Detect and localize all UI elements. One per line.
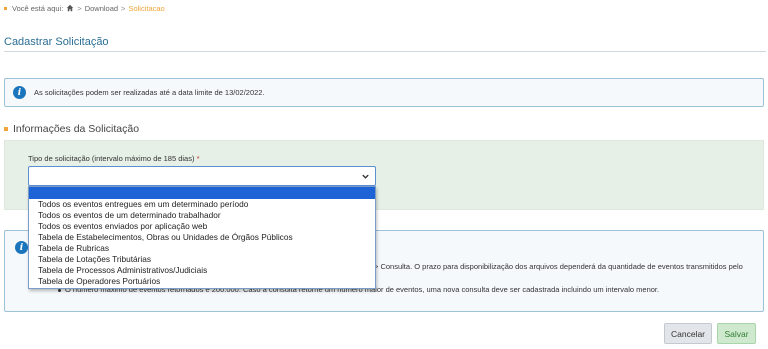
breadcrumb-item-current: Solicitacao (128, 3, 165, 13)
request-type-select[interactable] (28, 166, 376, 186)
notes-line-1: > Consulta. O prazo para disponibilizaçã… (374, 262, 743, 271)
dropdown-option-empty[interactable] (29, 187, 375, 199)
section-title: Informações da Solicitação (4, 123, 139, 135)
breadcrumb: Você está aqui: > Download > Solicitacao (4, 2, 165, 14)
save-button[interactable]: Salvar (717, 323, 756, 344)
info-message: As solicitações podem ser realizadas até… (34, 88, 265, 97)
breadcrumb-prefix: Você está aqui: (12, 3, 64, 13)
request-type-dropdown[interactable]: Todos os eventos entregues em um determi… (28, 186, 376, 289)
dropdown-option[interactable]: Tabela de Estabelecimentos, Obras ou Uni… (29, 232, 375, 243)
title-divider (4, 51, 766, 52)
breadcrumb-separator: > (121, 3, 126, 13)
dropdown-option[interactable]: Todos os eventos entregues em um determi… (29, 199, 375, 210)
info-banner: i As solicitações podem ser realizadas a… (4, 78, 764, 107)
dropdown-option[interactable]: Tabela de Operadores Portuários (29, 276, 375, 287)
page-title: Cadastrar Solicitação (4, 36, 109, 48)
breadcrumb-bullet-icon (4, 6, 7, 10)
section-title-label: Informações da Solicitação (13, 123, 140, 135)
request-type-label-text: Tipo de solicitação (intervalo máximo de… (28, 154, 195, 163)
home-icon[interactable] (66, 4, 74, 12)
breadcrumb-item-download[interactable]: Download (85, 4, 118, 13)
cancel-button[interactable]: Cancelar (664, 323, 712, 344)
dropdown-option[interactable]: Todos os eventos de um determinado traba… (29, 210, 375, 221)
breadcrumb-separator: > (77, 3, 82, 13)
info-icon: i (15, 241, 28, 254)
required-marker: * (196, 154, 200, 163)
chevron-down-icon (362, 174, 369, 179)
dropdown-option[interactable]: Todos os eventos enviados por aplicação … (29, 221, 375, 232)
dropdown-option[interactable]: Tabela de Processos Administrativos/Judi… (29, 265, 375, 276)
request-type-label: Tipo de solicitação (intervalo máximo de… (28, 154, 199, 163)
section-bullet-icon (4, 127, 8, 131)
info-icon: i (13, 86, 26, 99)
dropdown-option[interactable]: Tabela de Lotações Tributárias (29, 254, 375, 265)
dropdown-option[interactable]: Tabela de Rubricas (29, 243, 375, 254)
